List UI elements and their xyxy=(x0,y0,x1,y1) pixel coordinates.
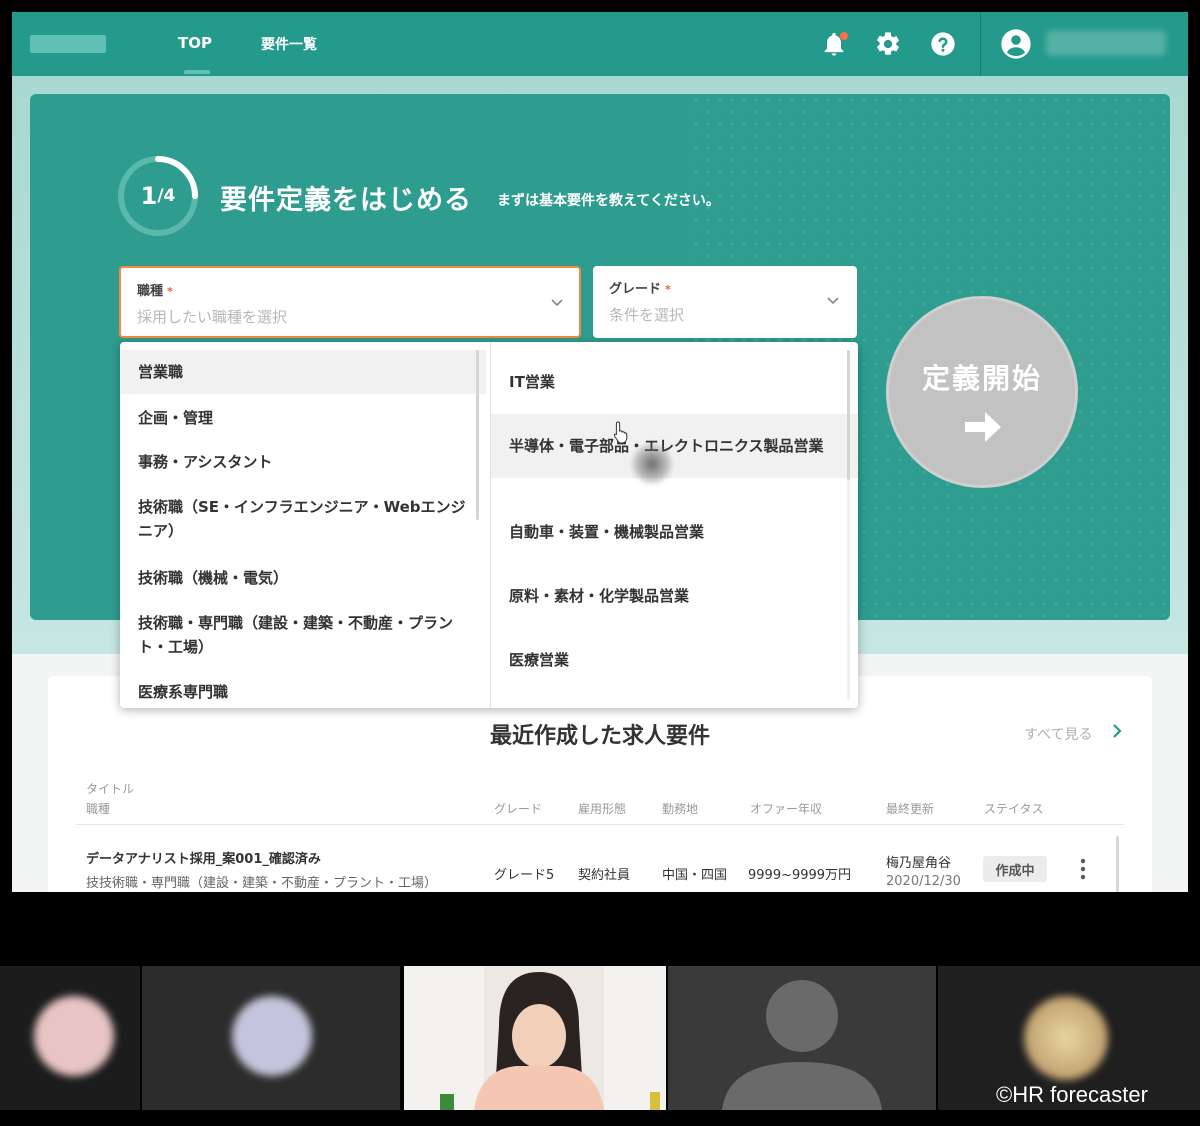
participant-tile[interactable] xyxy=(0,966,140,1110)
progress-text: 1/4 xyxy=(116,154,200,238)
avatar xyxy=(232,996,312,1076)
grade-placeholder: 条件を選択 xyxy=(609,306,685,324)
gear-icon[interactable] xyxy=(874,30,902,58)
user-name-blurred[interactable] xyxy=(1046,30,1166,56)
hero-title: 要件定義をはじめる xyxy=(220,185,472,216)
row-updated-by: 梅乃屋角谷 xyxy=(886,856,952,871)
chevron-down-icon xyxy=(827,297,839,305)
col-employment: 雇用形態 xyxy=(578,802,627,816)
job-type-dropdown: 営業職 企画・管理 事務・アシスタント 技術職（SE・インフラエンジニア・Web… xyxy=(120,342,858,708)
row-location: 中国・四国 xyxy=(662,868,728,883)
participant-tile[interactable] xyxy=(668,966,936,1110)
row-salary: 9999~9999万円 xyxy=(748,868,852,883)
table-scrollbar[interactable] xyxy=(1116,836,1119,892)
category-option[interactable]: 技術職（SE・インフラエンジニア・Webエンジニア） xyxy=(120,485,486,543)
nav-requirements-list[interactable]: 要件一覧 xyxy=(261,34,317,54)
chevron-right-icon[interactable] xyxy=(1110,722,1124,740)
category-list: 営業職 企画・管理 事務・アシスタント 技術職（SE・インフラエンジニア・Web… xyxy=(120,342,486,708)
subcategory-option[interactable]: 原料・素材・化学製品営業 xyxy=(491,578,858,608)
col-job: 職種 xyxy=(86,802,111,816)
category-option[interactable]: 技術職・専門職（建設・建築・不動産・プラント・工場） xyxy=(120,601,486,659)
row-updated-at: 2020/12/30 xyxy=(886,874,961,889)
col-updated: 最終更新 xyxy=(886,802,935,816)
top-header: TOP 要件一覧 xyxy=(12,12,1188,76)
status-badge: 作成中 xyxy=(983,856,1047,882)
col-grade: グレード xyxy=(494,802,543,816)
start-button-label: 定義開始 xyxy=(921,362,1042,395)
nav-top[interactable]: TOP xyxy=(178,34,212,52)
help-icon[interactable] xyxy=(929,30,957,58)
more-vert-icon[interactable] xyxy=(1078,856,1088,882)
arrow-right-icon xyxy=(965,412,1001,442)
recent-title: 最近作成した求人要件 xyxy=(489,724,710,749)
app-window: TOP 要件一覧 1 /4 要件定義をはじめる まずは基本要件を教えてください。… xyxy=(12,12,1188,892)
category-option[interactable]: 事務・アシスタント xyxy=(120,440,486,474)
app-logo[interactable] xyxy=(30,35,106,53)
row-job: 技技術職・専門職（建設・建築・不動産・プラント・工場） xyxy=(86,876,438,891)
nav-active-indicator xyxy=(184,70,210,74)
progress-current: 1 xyxy=(140,182,158,210)
speaker-video xyxy=(404,966,666,1110)
see-all-link[interactable]: すべて見る xyxy=(1024,724,1092,744)
mouse-pointer-icon xyxy=(613,421,628,444)
col-status: ステイタス xyxy=(984,802,1044,816)
col-salary: オファー年収 xyxy=(750,802,823,816)
progress-total: /4 xyxy=(157,186,176,206)
category-option[interactable]: 医療系専門職 xyxy=(120,670,486,704)
subcategory-option[interactable]: 医療営業 xyxy=(491,642,858,672)
participant-tile-active-speaker[interactable] xyxy=(404,966,666,1110)
notification-dot xyxy=(840,32,848,40)
grade-label: グレード * xyxy=(609,282,671,297)
job-type-placeholder: 採用したい職種を選択 xyxy=(137,308,288,326)
touch-indicator xyxy=(632,444,672,484)
user-placeholder-icon xyxy=(722,980,882,1110)
subcategory-option[interactable]: 半導体・電子部品・エレクトロニクス製品営業 xyxy=(491,414,858,478)
row-employment: 契約社員 xyxy=(578,868,631,883)
chevron-down-icon xyxy=(551,299,563,307)
job-type-select[interactable]: 職種 * 採用したい職種を選択 xyxy=(119,266,581,338)
avatar xyxy=(34,996,114,1076)
table-divider xyxy=(76,824,1124,825)
grade-select[interactable]: グレード * 条件を選択 xyxy=(593,266,857,338)
category-option[interactable]: 技術職（機械・電気） xyxy=(120,556,486,590)
participant-tile[interactable] xyxy=(142,966,400,1110)
subcategory-option[interactable]: IT営業 xyxy=(491,352,858,412)
account-icon[interactable] xyxy=(1000,28,1032,60)
category-option[interactable]: 営業職 xyxy=(120,350,486,394)
job-type-label: 職種 * xyxy=(137,284,173,299)
col-location: 勤務地 xyxy=(662,802,699,816)
col-title: タイトル xyxy=(86,782,135,796)
subcategory-list: IT営業 半導体・電子部品・エレクトロニクス製品営業 自動車・装置・機械製品営業… xyxy=(490,342,858,708)
category-option[interactable]: 企画・管理 xyxy=(120,396,486,430)
recent-requirements-card: 最近作成した求人要件 すべて見る タイトル 職種 グレード 雇用形態 勤務地 オ… xyxy=(48,676,1152,892)
row-grade: グレード5 xyxy=(494,868,555,883)
row-title[interactable]: データアナリスト採用_案001_確認済み xyxy=(86,848,321,867)
hero-subtitle: まずは基本要件を教えてください。 xyxy=(497,193,720,209)
category-scrollbar[interactable] xyxy=(476,350,479,520)
header-divider xyxy=(980,12,981,76)
copyright-watermark: ©HR forecaster xyxy=(996,1082,1148,1107)
subcategory-scrollbar[interactable] xyxy=(847,350,850,480)
subcategory-option[interactable]: 自動車・装置・機械製品営業 xyxy=(491,514,858,544)
start-definition-button[interactable]: 定義開始 xyxy=(886,296,1078,488)
avatar xyxy=(1024,996,1108,1080)
